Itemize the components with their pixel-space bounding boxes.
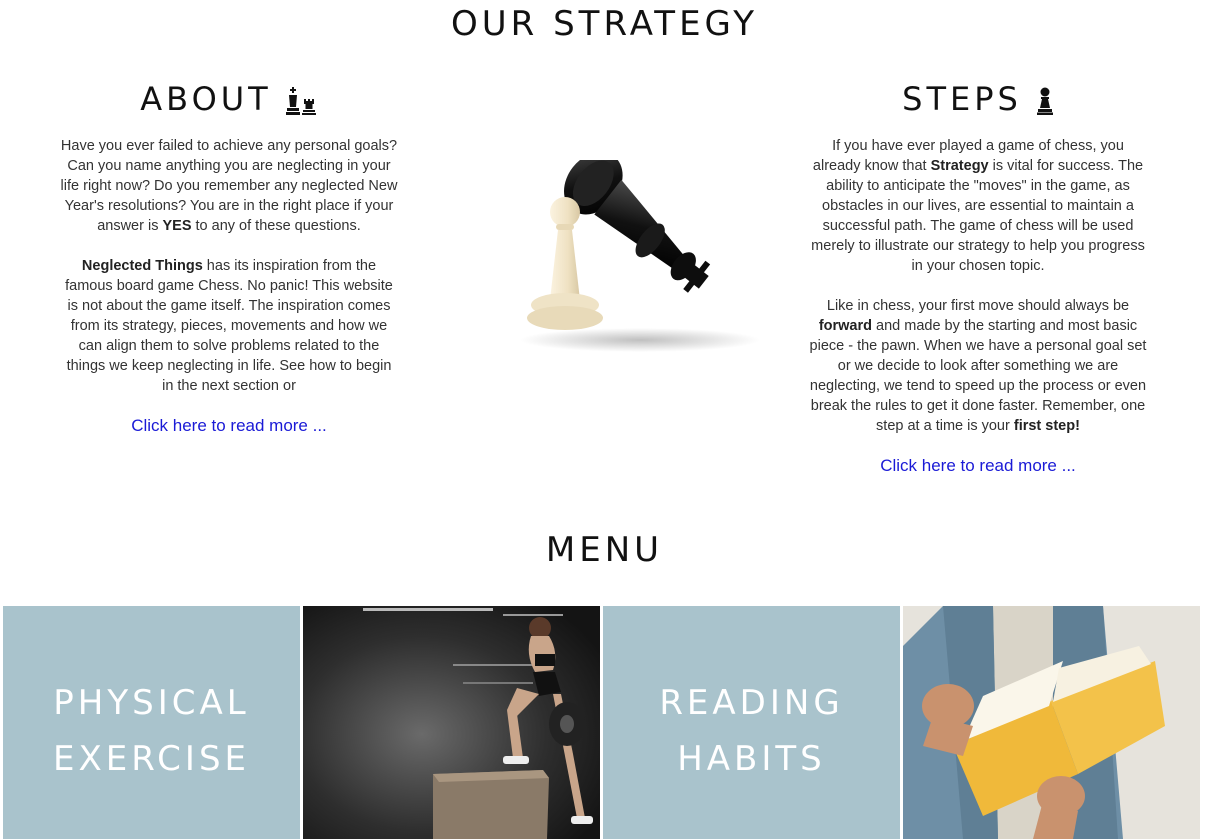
about-heading-text: ABOUT bbox=[140, 80, 272, 118]
strategy-title: OUR STRATEGY bbox=[451, 4, 758, 44]
physical-exercise-tile[interactable]: PHYSICAL EXERCISE bbox=[3, 606, 300, 839]
about-heading: ABOUT bbox=[59, 76, 399, 122]
about-read-more-link[interactable]: Click here to read more ... bbox=[59, 416, 399, 436]
about-yes-emphasis: YES bbox=[162, 218, 192, 234]
chess-pieces-image bbox=[490, 152, 770, 360]
steps-section: STEPS If you have ever played a game of … bbox=[808, 76, 1148, 476]
steps-heading-text: STEPS bbox=[902, 80, 1022, 118]
steps-paragraph-1: If you have ever played a game of chess,… bbox=[811, 138, 1145, 274]
first-step-emphasis: first step! bbox=[1013, 418, 1080, 434]
forward-emphasis: forward bbox=[818, 318, 872, 334]
neglected-things-emphasis: Neglected Things bbox=[81, 258, 203, 274]
about-section: ABOUT Have you ever failed to achieve an… bbox=[59, 76, 399, 436]
strategy-emphasis: Strategy bbox=[930, 158, 989, 174]
about-paragraph-1: Have you ever failed to achieve any pers… bbox=[60, 138, 398, 234]
reading-habits-tile[interactable]: READING HABITS bbox=[603, 606, 900, 839]
physical-exercise-label: PHYSICAL EXERCISE bbox=[52, 682, 251, 779]
about-paragraph-2: Neglected Things has its inspiration fro… bbox=[65, 258, 393, 394]
reading-habits-label: READING HABITS bbox=[659, 682, 844, 779]
steps-paragraph-2: Like in chess, your first move should al… bbox=[809, 298, 1147, 434]
chess-pawn-icon bbox=[1036, 83, 1054, 115]
steps-read-more-link[interactable]: Click here to read more ... bbox=[808, 456, 1148, 476]
menu-tiles: PHYSICAL EXERCISE READING HABITS bbox=[3, 606, 1200, 839]
menu-title: MENU bbox=[545, 530, 664, 570]
man-reading-book-photo[interactable] bbox=[903, 606, 1200, 839]
woman-box-jump-photo[interactable] bbox=[303, 606, 600, 839]
chess-king-rook-icon bbox=[285, 83, 318, 115]
steps-heading: STEPS bbox=[808, 76, 1148, 122]
